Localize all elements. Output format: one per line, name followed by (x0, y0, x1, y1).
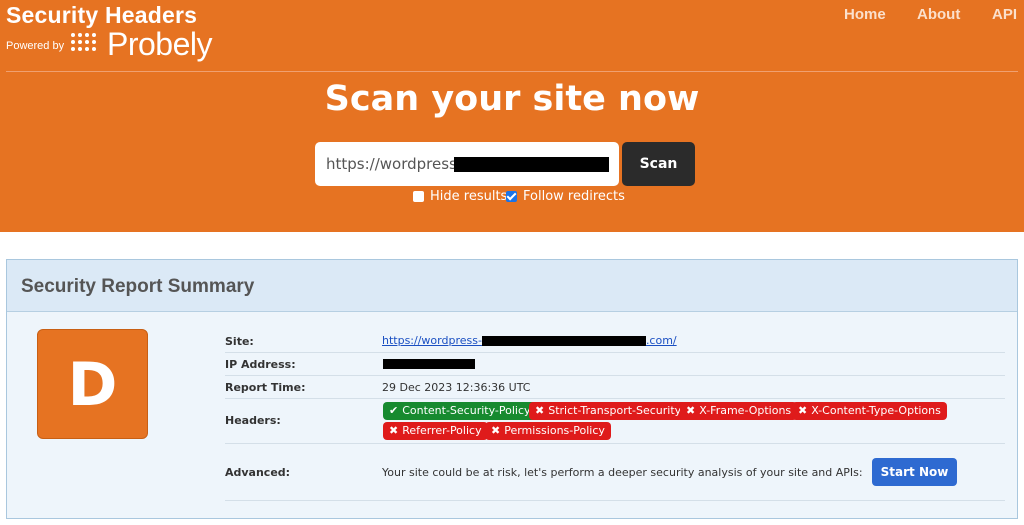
ip-label: IP Address: (225, 358, 296, 371)
cross-icon: ✖ (389, 424, 399, 437)
nav-api-link[interactable]: API (992, 6, 1017, 23)
header-badge-referrer[interactable]: ✖ Referrer-Policy (383, 422, 488, 440)
redacted-url-mask (454, 157, 609, 172)
follow-redirects-checkbox[interactable] (506, 191, 517, 202)
report-time-value: 29 Dec 2023 12:36:36 UTC (382, 381, 531, 394)
report-title: Security Report Summary (21, 276, 255, 297)
site-value[interactable]: https://wordpress- .com/ (382, 334, 677, 347)
follow-redirects-option[interactable]: Follow redirects (506, 189, 625, 204)
probely-logo-icon (71, 32, 103, 54)
header-badge-permissions-label: Permissions-Policy (504, 424, 605, 437)
redacted-site-mask (481, 336, 646, 346)
check-icon: ✔ (389, 404, 399, 417)
cross-icon: ✖ (491, 424, 501, 437)
powered-by-text: Powered by (6, 40, 65, 52)
follow-redirects-label: Follow redirects (523, 189, 625, 204)
header-badge-referrer-label: Referrer-Policy (402, 424, 482, 437)
site-link-end[interactable]: .com/ (646, 334, 677, 347)
grade-badge: D (37, 329, 148, 439)
site-label: Site: (225, 335, 254, 348)
site-title[interactable]: Security Headers (6, 2, 197, 29)
cross-icon: ✖ (798, 404, 808, 417)
header-badge-csp[interactable]: ✔ Content-Security-Policy (383, 402, 537, 420)
advanced-text: Your site could be at risk, let's perfor… (382, 466, 863, 479)
scan-button[interactable]: Scan (622, 142, 695, 186)
scan-heading: Scan your site now (324, 79, 700, 119)
start-now-button[interactable]: Start Now (872, 458, 957, 486)
probely-logo-text[interactable]: Probely (107, 26, 213, 63)
site-row: Site: https://wordpress- .com/ (225, 329, 1005, 353)
hide-results-checkbox[interactable] (413, 191, 424, 202)
header-badge-xcto-label: X-Content-Type-Options (811, 404, 941, 417)
hide-results-option[interactable]: Hide results (413, 189, 507, 204)
headers-row: Headers: ✔ Content-Security-Policy ✖ Stric… (225, 399, 1005, 444)
ip-row: IP Address: (225, 353, 1005, 376)
header-badge-hsts-label: Strict-Transport-Security (548, 404, 682, 417)
report-panel-header: Security Report Summary (7, 260, 1017, 312)
header-badge-permissions[interactable]: ✖ Permissions-Policy (485, 422, 611, 440)
site-link-start[interactable]: https://wordpress- (382, 334, 482, 347)
cross-icon: ✖ (535, 404, 545, 417)
redacted-ip-mask (383, 359, 475, 369)
advanced-label: Advanced: (225, 466, 291, 479)
nav-home-link[interactable]: Home (844, 6, 886, 23)
hide-results-label: Hide results (430, 189, 508, 204)
header-divider (6, 71, 1018, 72)
header-banner: Security Headers Powered by Probely Home… (0, 0, 1024, 232)
header-badge-xfo-label: X-Frame-Options (699, 404, 792, 417)
nav-about-link[interactable]: About (917, 6, 960, 23)
header-badge-csp-label: Content-Security-Policy (402, 404, 531, 417)
report-time-label: Report Time: (225, 381, 306, 394)
headers-label: Headers: (225, 414, 281, 427)
header-badge-hsts[interactable]: ✖ Strict-Transport-Security (529, 402, 688, 420)
cross-icon: ✖ (686, 404, 696, 417)
header-badge-xcto[interactable]: ✖ X-Content-Type-Options (792, 402, 947, 420)
security-report-panel: Security Report Summary D Site: https://… (6, 259, 1018, 519)
report-time-row: Report Time: 29 Dec 2023 12:36:36 UTC (225, 376, 1005, 399)
header-badge-xfo[interactable]: ✖ X-Frame-Options (680, 402, 798, 420)
